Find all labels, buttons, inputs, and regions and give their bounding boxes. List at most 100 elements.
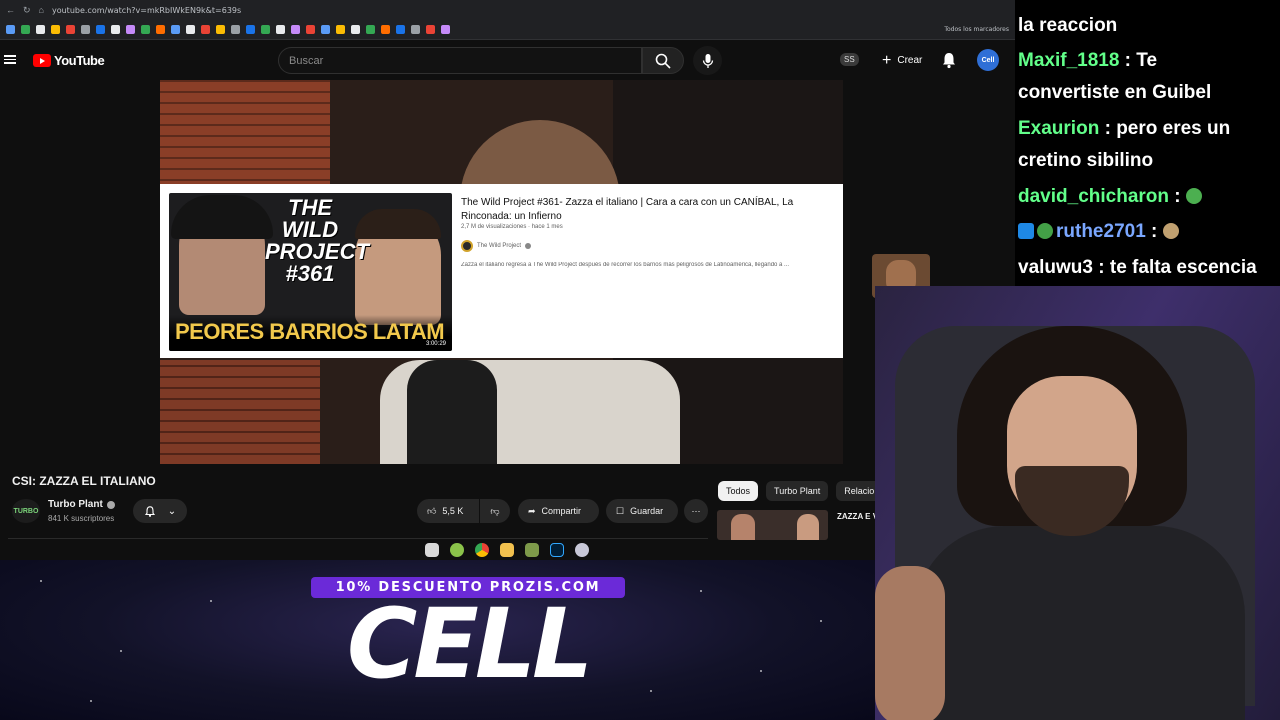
bookmark-icon[interactable]: [411, 25, 420, 34]
chat-message: valuwu3 : te falta escencia: [1018, 257, 1257, 278]
all-bookmarks-label[interactable]: Todos los marcadores: [944, 26, 1009, 33]
chip-todos[interactable]: Todos: [718, 481, 759, 501]
bookmark-icon[interactable]: [186, 25, 195, 34]
bookmark-icon[interactable]: [111, 25, 120, 34]
dock-app-icon[interactable]: [575, 543, 589, 557]
chat-text: la reaccion: [1018, 15, 1118, 36]
bookmark-icon[interactable]: [336, 25, 345, 34]
tattooed-arm: [875, 566, 945, 720]
bookmark-icon[interactable]: [201, 25, 210, 34]
notifications-bell-icon[interactable]: [940, 51, 958, 69]
thumbnail-title: THE WILD PROJECT #361: [265, 195, 369, 286]
bookmark-icon[interactable]: [366, 25, 375, 34]
bookmark-icon[interactable]: [426, 25, 435, 34]
search-input[interactable]: [289, 54, 641, 67]
bookmark-icon[interactable]: [276, 25, 285, 34]
youtube-play-icon: [33, 54, 51, 67]
youtube-logo-text: YouTube: [54, 53, 105, 68]
share-button[interactable]: ➦ Compartir: [518, 499, 599, 523]
badge-icon: [1018, 223, 1034, 239]
browser-toolbar: ← ↻ ⌂ youtube.com/watch?v=mkRbIWkEN9k&t=…: [0, 0, 1015, 20]
address-bar[interactable]: youtube.com/watch?v=mkRbIWkEN9k&t=639s: [52, 6, 241, 15]
bookmark-icon[interactable]: [306, 25, 315, 34]
bookmark-icon[interactable]: [216, 25, 225, 34]
bookmark-icon[interactable]: [81, 25, 90, 34]
ss-badge[interactable]: SS: [840, 53, 859, 66]
chat-message: cretino sibilino: [1018, 145, 1280, 177]
bookmark-icon[interactable]: [396, 25, 405, 34]
card-title[interactable]: The Wild Project #361- Zazza el italiano…: [461, 196, 843, 224]
chat-username[interactable]: Maxif_1818: [1018, 50, 1119, 71]
channel-name[interactable]: Turbo Plant: [48, 499, 115, 510]
bookmark-icon[interactable]: [66, 25, 75, 34]
folder-icon[interactable]: [500, 543, 514, 557]
verified-icon: [525, 243, 532, 249]
share-label: Compartir: [541, 506, 582, 516]
dock: [425, 543, 589, 557]
chevron-down-icon: ⌄: [167, 505, 177, 517]
microphone: [407, 360, 497, 464]
create-button[interactable]: + Crear: [874, 49, 930, 72]
brick-wall: [160, 360, 320, 464]
card-description: Zazza el italiano regresa a The Wild Pro…: [461, 262, 790, 268]
bookmark-icon[interactable]: [291, 25, 300, 34]
bookmark-icon[interactable]: [6, 25, 15, 34]
bookmark-icon[interactable]: [156, 25, 165, 34]
like-count: 5,5 K: [442, 506, 464, 516]
voice-search-button[interactable]: [693, 46, 722, 75]
card-channel[interactable]: The Wild Project: [461, 240, 532, 252]
bookmark-icon[interactable]: [441, 25, 450, 34]
chat-username[interactable]: valuwu3: [1018, 257, 1093, 278]
chat-username[interactable]: david_chicharon: [1018, 186, 1169, 207]
bookmark-icon[interactable]: [246, 25, 255, 34]
search-icon: [655, 53, 671, 69]
chat-message: david_chicharon :: [1018, 181, 1280, 213]
chat-message: ruthe2701 :: [1018, 216, 1280, 248]
account-avatar[interactable]: Cell: [977, 49, 999, 71]
stream-chat: la reaccion Maxif_1818 : Te convertiste …: [1015, 0, 1280, 286]
more-actions-button[interactable]: ⋯: [684, 499, 708, 523]
bookmark-icon[interactable]: [321, 25, 330, 34]
chat-text: Te: [1136, 50, 1158, 71]
menu-icon[interactable]: [4, 53, 16, 65]
emote-icon: [1185, 188, 1202, 204]
card-meta: 2,7 M de visualizaciones · hace 1 mes: [461, 224, 563, 230]
bookmark-icon[interactable]: [141, 25, 150, 34]
back-icon[interactable]: ←: [6, 5, 15, 15]
reload-icon[interactable]: ↻: [23, 5, 31, 16]
video-title: CSI: ZAZZA EL ITALIANO: [12, 474, 156, 488]
video-duration: 3:00:29: [425, 341, 446, 347]
subscription-bell-button[interactable]: ⌄: [133, 499, 187, 523]
bookmark-icon[interactable]: [126, 25, 135, 34]
bookmark-icon[interactable]: [261, 25, 270, 34]
bookmark-icon[interactable]: [96, 25, 105, 34]
bookmark-icon[interactable]: [36, 25, 45, 34]
dislike-button[interactable]: 👎︎: [480, 499, 510, 523]
person: [731, 514, 755, 540]
subscriber-count: 841 K suscriptores: [48, 514, 115, 523]
bookmark-icon[interactable]: [351, 25, 360, 34]
bookmark-icon[interactable]: [381, 25, 390, 34]
promo-word: CELL: [346, 588, 593, 700]
photoshop-icon[interactable]: [550, 543, 564, 557]
bookmark-icon[interactable]: [51, 25, 60, 34]
related-video-thumbnail[interactable]: [717, 510, 828, 540]
video-thumbnail[interactable]: THE WILD PROJECT #361 PEORES BARRIOS LAT…: [169, 193, 452, 351]
save-button[interactable]: ☐ Guardar: [606, 499, 678, 523]
chat-username[interactable]: ruthe2701: [1056, 221, 1146, 242]
search-button[interactable]: [642, 47, 684, 74]
chip-turbo-plant[interactable]: Turbo Plant: [766, 481, 829, 501]
youtube-logo[interactable]: YouTube: [33, 53, 105, 68]
bookmark-icon[interactable]: [171, 25, 180, 34]
bookmark-icon[interactable]: [231, 25, 240, 34]
dock-app-icon[interactable]: [425, 543, 439, 557]
related-video-title[interactable]: ZAZZA E VERDAD: [837, 511, 877, 523]
dock-app-icon[interactable]: [525, 543, 539, 557]
like-button[interactable]: 👍︎ 5,5 K: [417, 499, 479, 523]
channel-avatar[interactable]: TURBO: [12, 499, 40, 523]
bookmark-icon[interactable]: [21, 25, 30, 34]
home-icon[interactable]: ⌂: [39, 5, 44, 15]
dock-app-icon[interactable]: [450, 543, 464, 557]
chrome-icon[interactable]: [475, 543, 489, 557]
chat-username[interactable]: Exaurion: [1018, 118, 1099, 139]
